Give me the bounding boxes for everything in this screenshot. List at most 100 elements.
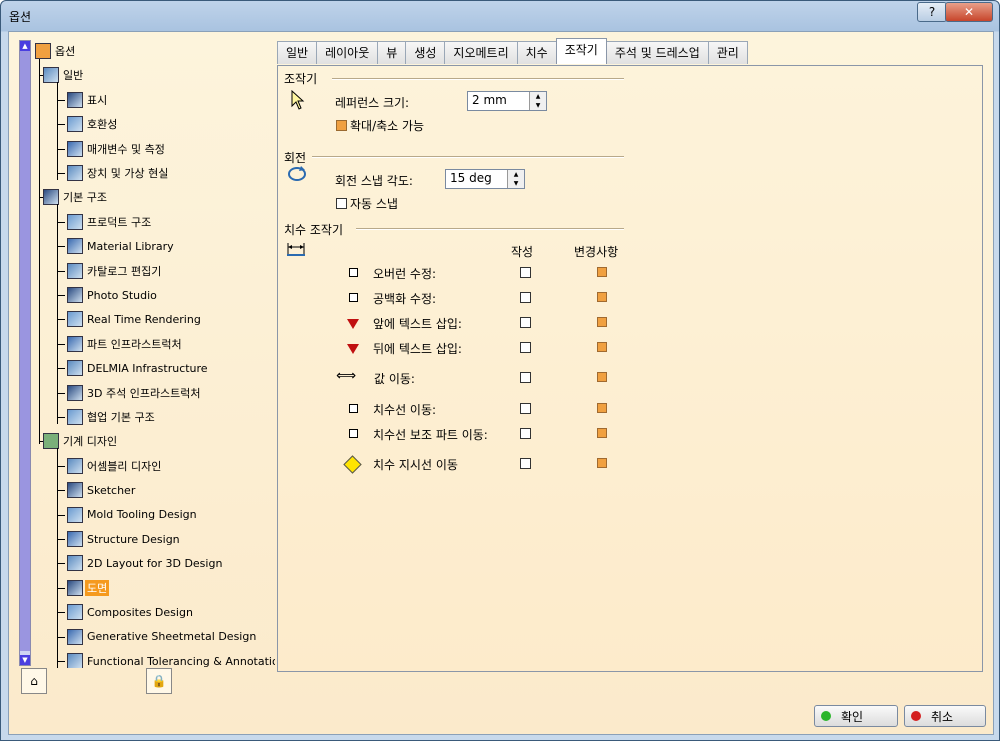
divider (332, 78, 624, 80)
ref-size-label: 레퍼런스 크기: (335, 96, 410, 110)
tree-connector (57, 465, 65, 467)
catalog-editor-icon (67, 262, 83, 279)
tree-node[interactable]: Functional Tolerancing & Annotation (67, 652, 275, 668)
help-button[interactable]: ? (917, 2, 947, 22)
tab-0[interactable]: 일반 (277, 41, 318, 64)
yellow-diamond-icon (343, 455, 362, 474)
tree-node[interactable]: 옵션 (35, 42, 77, 60)
close-button[interactable]: ✕ (945, 2, 993, 22)
tab-1[interactable]: 레이아웃 (316, 41, 379, 64)
tree-node[interactable]: Photo Studio (67, 286, 159, 304)
spin-down-icon[interactable]: ▼ (508, 179, 524, 188)
create-checkbox[interactable] (520, 458, 531, 469)
tree-node[interactable]: 표시 (67, 91, 109, 109)
snap-angle-arrows[interactable]: ▲ ▼ (507, 170, 524, 188)
tree-connector (57, 82, 58, 180)
snap-angle-value[interactable]: 15 deg (450, 171, 492, 185)
create-checkbox[interactable] (520, 428, 531, 439)
tree-node[interactable]: Real Time Rendering (67, 310, 203, 328)
tree-node-label: 옵션 (55, 45, 76, 58)
rendering-icon (67, 311, 83, 328)
cancel-button[interactable]: 취소 (904, 705, 986, 727)
tree-node[interactable]: 어셈블리 디자인 (67, 457, 163, 475)
tree-node[interactable]: Generative Sheetmetal Design (67, 628, 258, 646)
zoom-label: 확대/축소 가능 (350, 119, 425, 133)
create-checkbox[interactable] (520, 292, 531, 303)
modify-checkbox[interactable] (597, 428, 607, 438)
tree-node[interactable]: 기계 디자인 (43, 432, 119, 450)
ref-size-spinner[interactable]: 2 mm ▲ ▼ (467, 91, 547, 111)
tree-node-label: 프로덕트 구조 (87, 215, 152, 229)
ref-size-value[interactable]: 2 mm (472, 93, 507, 107)
spin-up-icon[interactable]: ▲ (508, 170, 524, 179)
tab-6[interactable]: 조작기 (555, 38, 607, 64)
create-checkbox[interactable] (520, 403, 531, 414)
tree-connector (57, 221, 65, 223)
tree-node[interactable]: 일반 (43, 66, 85, 84)
tree-node[interactable]: 파트 인프라스트럭처 (67, 335, 184, 353)
divider (312, 156, 624, 158)
tree-node[interactable]: Sketcher (67, 481, 137, 499)
tab-8[interactable]: 관리 (707, 41, 748, 64)
tree-node[interactable]: 프로덕트 구조 (67, 213, 153, 231)
tab-4[interactable]: 지오메트리 (444, 41, 518, 64)
snap-angle-spinner[interactable]: 15 deg ▲ ▼ (445, 169, 525, 189)
assembly-icon (67, 457, 83, 474)
mechanical-design-icon (43, 433, 59, 450)
tree-connector (57, 417, 65, 418)
modify-checkbox[interactable] (597, 267, 607, 277)
tree-connector (57, 173, 65, 174)
ref-size-arrows[interactable]: ▲ ▼ (529, 92, 546, 110)
tree-node[interactable]: 협업 기본 구조 (67, 408, 157, 426)
auto-snap-checkbox[interactable] (336, 198, 347, 209)
tree-node[interactable]: 3D 주석 인프라스트럭처 (67, 384, 203, 402)
rotate-icon (288, 166, 306, 181)
tree-node[interactable]: 2D Layout for 3D Design (67, 554, 224, 572)
tree-node-label: 3D 주석 인프라스트럭처 (87, 386, 201, 400)
tree-node[interactable]: DELMIA Infrastructure (67, 359, 210, 377)
scroll-up-arrow-icon[interactable]: ▲ (20, 41, 30, 51)
modify-checkbox[interactable] (597, 372, 607, 382)
tab-2[interactable]: 뷰 (377, 41, 407, 64)
tree-node[interactable]: 호환성 (67, 115, 119, 133)
tree-node[interactable]: Composites Design (67, 603, 195, 621)
modify-checkbox[interactable] (597, 317, 607, 327)
tree-node[interactable]: 장치 및 가상 현실 (67, 164, 170, 182)
dim-row-label: 치수선 보조 파트 이동: (373, 428, 488, 442)
modify-checkbox[interactable] (597, 292, 607, 302)
divider (356, 228, 624, 230)
home-settings-icon[interactable]: ⌂ (21, 668, 47, 694)
spin-down-icon[interactable]: ▼ (530, 101, 546, 110)
tree-node[interactable]: Mold Tooling Design (67, 506, 199, 524)
dialog-client: ▲ ▼ 옵션 일반 표시 호환성 매개변수 및 측정 장치 및 가상 현실 기본 구조 프로덕… (8, 31, 994, 735)
tree-node-label: DELMIA Infrastructure (87, 361, 208, 375)
create-checkbox[interactable] (520, 317, 531, 328)
lock-settings-icon[interactable]: 🔒 (146, 668, 172, 694)
drawing-icon (67, 579, 83, 596)
tab-5[interactable]: 치수 (516, 41, 557, 64)
tree-node[interactable]: Structure Design (67, 530, 182, 548)
modify-checkbox[interactable] (597, 403, 607, 413)
material-library-icon (67, 238, 83, 255)
tree-node[interactable]: 기본 구조 (43, 188, 109, 206)
create-checkbox[interactable] (520, 372, 531, 383)
tree-node[interactable]: 카탈로그 편집기 (67, 262, 163, 280)
tree-node[interactable]: 도면 (67, 579, 110, 597)
tree-scrollbar[interactable]: ▲ ▼ (19, 40, 31, 666)
tab-3[interactable]: 생성 (405, 41, 446, 64)
col-create-header: 작성 (511, 245, 534, 259)
tree-node[interactable]: Material Library (67, 237, 176, 255)
modify-checkbox[interactable] (597, 458, 607, 468)
ok-button[interactable]: 확인 (814, 705, 898, 727)
zoom-checkbox[interactable] (336, 120, 347, 131)
tab-7[interactable]: 주석 및 드레스업 (605, 41, 709, 64)
scroll-down-arrow-icon[interactable]: ▼ (20, 655, 30, 665)
create-checkbox[interactable] (520, 267, 531, 278)
create-checkbox[interactable] (520, 342, 531, 353)
modify-checkbox[interactable] (597, 342, 607, 352)
tree-connector (57, 636, 65, 638)
spin-up-icon[interactable]: ▲ (530, 92, 546, 101)
ok-dot-icon (821, 711, 831, 721)
scroll-thumb[interactable] (20, 51, 30, 651)
tree-node[interactable]: 매개변수 및 측정 (67, 140, 167, 158)
